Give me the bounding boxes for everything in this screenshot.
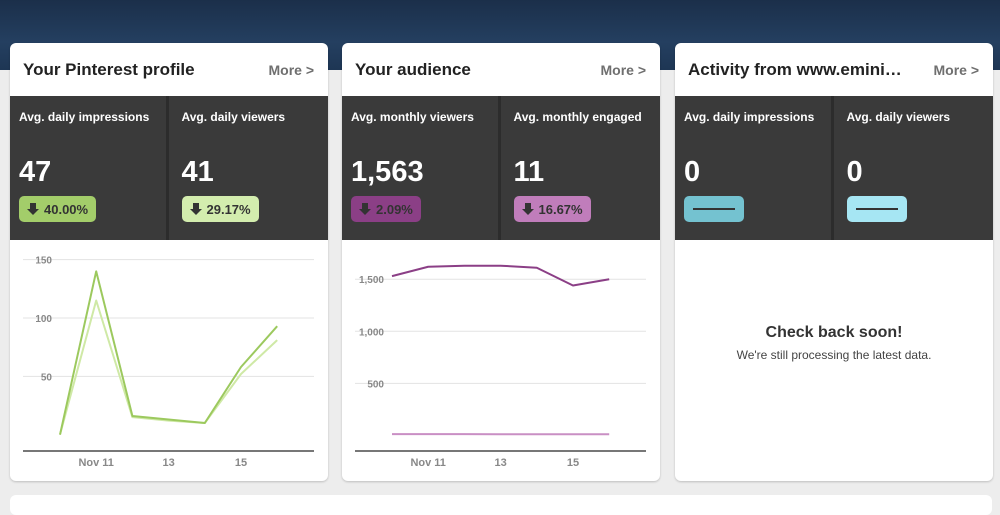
change-value: 2.09% (376, 202, 413, 217)
x-tick-label: Nov 11 (78, 457, 113, 469)
empty-state: Check back soon! We're still processing … (675, 240, 993, 481)
change-badge: 16.67% (514, 196, 591, 222)
change-value: 29.17% (207, 202, 251, 217)
stat-impressions: Avg. daily impressions 47 40.00% (10, 96, 166, 240)
change-badge: 2.09% (351, 196, 421, 222)
stat-viewers: Avg. daily viewers 41 29.17% (166, 96, 329, 240)
more-link[interactable]: More > (933, 62, 979, 78)
stat-value: 11 (514, 156, 652, 192)
x-tick-label: 15 (235, 457, 247, 469)
card-title: Your audience (355, 60, 471, 80)
change-value: 16.67% (539, 202, 583, 217)
line-chart-audience: 500 1,000 1,500 Nov 11 13 15 (342, 240, 660, 481)
x-tick-label: 15 (567, 457, 579, 469)
stat-impressions: Avg. daily impressions 0 (675, 96, 831, 240)
more-link[interactable]: More > (268, 62, 314, 78)
change-badge (847, 196, 907, 222)
y-tick-label: 1,000 (359, 327, 384, 338)
stat-value: 0 (847, 156, 985, 192)
change-value: 40.00% (44, 202, 88, 217)
y-tick-label: 150 (35, 256, 52, 267)
change-badge (684, 196, 744, 222)
stat-value: 1,563 (351, 156, 489, 192)
change-badge: 29.17% (182, 196, 259, 222)
stat-viewers: Avg. daily viewers 0 (831, 96, 994, 240)
stat-monthly-engaged: Avg. monthly engaged 11 16.67% (498, 96, 661, 240)
stat-value: 41 (182, 156, 320, 192)
stat-label: Avg. monthly engaged (514, 110, 652, 152)
empty-title: Check back soon! (675, 324, 993, 342)
series-line (60, 271, 277, 434)
x-tick-label: 13 (494, 457, 506, 469)
card-pinterest-profile: Your Pinterest profile More > Avg. daily … (10, 43, 328, 481)
dash-icon (693, 208, 735, 210)
stat-label: Avg. monthly viewers (351, 110, 489, 152)
change-badge: 40.00% (19, 196, 96, 222)
next-card (10, 495, 992, 515)
card-title: Activity from www.emini… (688, 60, 902, 80)
card-audience: Your audience More > Avg. monthly viewers… (342, 43, 660, 481)
line-chart-profile: 50 100 150 Nov 11 13 15 (10, 240, 328, 481)
x-tick-label: Nov 11 (410, 457, 445, 469)
arrow-down-icon (190, 203, 202, 215)
y-tick-label: 50 (41, 372, 53, 383)
y-tick-label: 1,500 (359, 275, 384, 286)
stat-label: Avg. daily impressions (19, 110, 157, 152)
stat-label: Avg. daily viewers (847, 110, 985, 152)
dash-icon (856, 208, 898, 210)
stat-monthly-viewers: Avg. monthly viewers 1,563 2.09% (342, 96, 498, 240)
stat-value: 47 (19, 156, 157, 192)
series-line (60, 301, 277, 435)
stat-value: 0 (684, 156, 822, 192)
stat-label: Avg. daily viewers (182, 110, 320, 152)
y-tick-label: 100 (35, 314, 52, 325)
y-tick-label: 500 (367, 379, 384, 390)
arrow-down-icon (522, 203, 534, 215)
empty-subtitle: We're still processing the latest data. (675, 348, 993, 362)
more-link[interactable]: More > (600, 62, 646, 78)
stat-label: Avg. daily impressions (684, 110, 822, 152)
arrow-down-icon (359, 203, 371, 215)
series-line (392, 266, 609, 286)
arrow-down-icon (27, 203, 39, 215)
card-website-activity: Activity from www.emini… More > Avg. dail… (675, 43, 993, 481)
card-title: Your Pinterest profile (23, 60, 195, 80)
x-tick-label: 13 (162, 457, 174, 469)
